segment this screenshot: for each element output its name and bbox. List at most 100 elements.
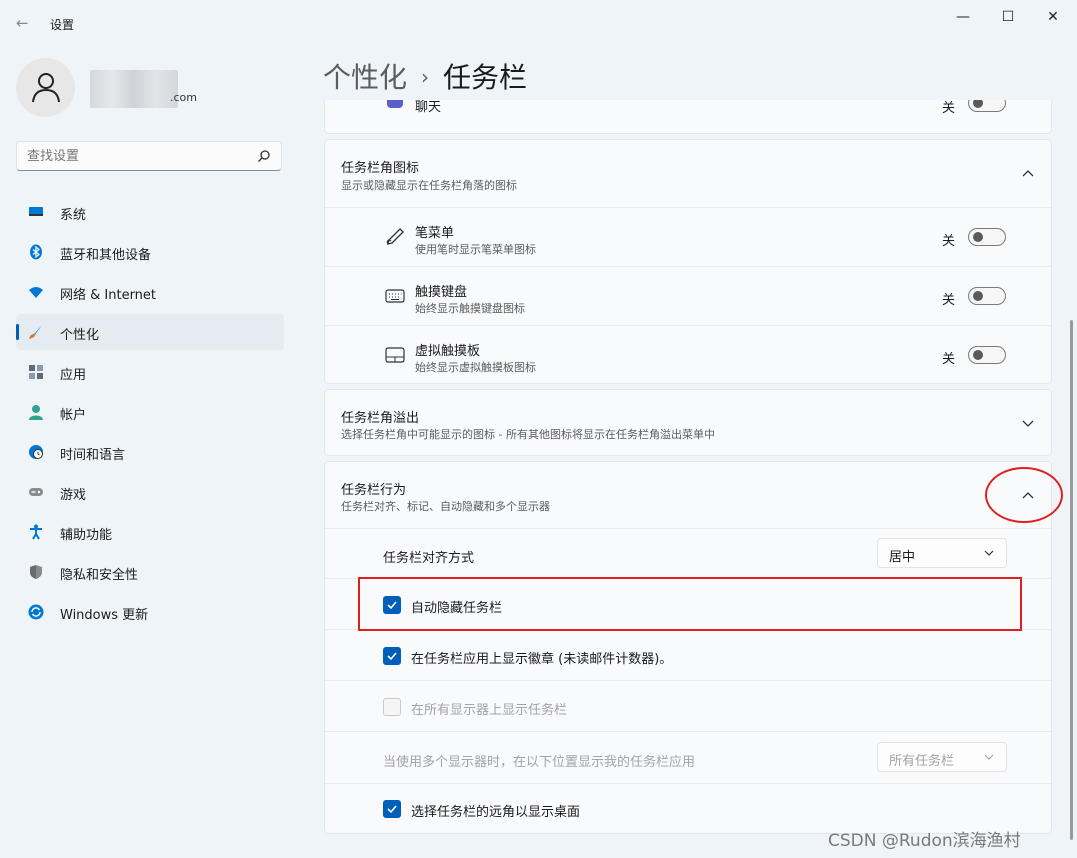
- sidebar-item-bluetooth[interactable]: 蓝牙和其他设备: [16, 234, 284, 270]
- pen-menu-toggle[interactable]: [968, 228, 1006, 246]
- corner-overflow-card[interactable]: 任务栏角溢出 选择任务栏角中可能显示的图标 - 所有其他图标将显示在任务栏角溢出…: [324, 389, 1052, 456]
- maximize-button[interactable]: ☐: [993, 8, 1023, 26]
- pen-menu-state: 关: [942, 234, 956, 249]
- search-input[interactable]: [27, 149, 247, 164]
- pen-menu-row: 笔菜单 使用笔时显示笔菜单图标 关: [325, 207, 1051, 266]
- annotation-rectangle: [358, 577, 1022, 631]
- page-title: 任务栏: [443, 61, 528, 94]
- multi-display-label: 当使用多个显示器时，在以下位置显示我的任务栏应用: [383, 755, 696, 770]
- multi-display-value: 所有任务栏: [889, 754, 955, 769]
- sync-icon: [28, 604, 44, 620]
- sidebar-item-apps[interactable]: 应用: [16, 354, 284, 390]
- alignment-dropdown[interactable]: 居中: [877, 538, 1007, 568]
- far-corner-label: 选择任务栏的远角以显示桌面: [411, 805, 581, 820]
- corner-icons-title: 任务栏角图标: [341, 161, 420, 176]
- breadcrumb: 个性化 › 任务栏: [323, 56, 527, 96]
- chat-card: 聊天 关: [324, 100, 1052, 134]
- annotation-ellipse: [985, 467, 1063, 523]
- sidebar-item-time-language[interactable]: 时间和语言: [16, 434, 284, 470]
- touch-keyboard-desc: 始终显示触摸键盘图标: [415, 302, 525, 315]
- touch-keyboard-row: 触摸键盘 始终显示触摸键盘图标 关: [325, 266, 1051, 325]
- alignment-row: 任务栏对齐方式 居中: [325, 528, 1051, 579]
- alignment-value: 居中: [889, 550, 916, 565]
- title-bar: ← 设置 — ☐ ✕: [0, 0, 1077, 44]
- chevron-down-icon[interactable]: [1021, 416, 1035, 430]
- chat-icon: [387, 100, 403, 108]
- corner-overflow-subtitle: 选择任务栏角中可能显示的图标 - 所有其他图标将显示在任务栏角溢出菜单中: [341, 428, 715, 441]
- sidebar-item-label: 应用: [60, 368, 87, 383]
- search-icon[interactable]: [257, 149, 271, 163]
- globe-clock-icon: [29, 445, 43, 459]
- bluetooth-icon: [30, 244, 42, 260]
- checkmark-icon: [387, 652, 397, 661]
- behaviors-subtitle: 任务栏对齐、标记、自动隐藏和多个显示器: [341, 500, 550, 513]
- sidebar-item-personalization[interactable]: 个性化: [16, 314, 284, 350]
- all-displays-row: 在所有显示器上显示任务栏: [325, 680, 1051, 732]
- keyboard-icon: [385, 289, 405, 303]
- behaviors-title: 任务栏行为: [341, 483, 407, 498]
- sidebar-item-label: 辅助功能: [60, 528, 113, 543]
- touch-keyboard-state: 关: [942, 293, 956, 308]
- virtual-touchpad-title: 虚拟触摸板: [415, 344, 481, 359]
- far-corner-checkbox[interactable]: [383, 800, 401, 818]
- sidebar-item-accessibility[interactable]: 辅助功能: [16, 514, 284, 550]
- corner-overflow-title: 任务栏角溢出: [341, 411, 420, 426]
- sidebar-item-label: Windows 更新: [60, 608, 149, 623]
- breadcrumb-parent[interactable]: 个性化: [323, 61, 407, 94]
- chat-label: 聊天: [415, 100, 442, 115]
- avatar[interactable]: [16, 58, 75, 117]
- virtual-touchpad-row: 虚拟触摸板 始终显示虚拟触摸板图标 关: [325, 325, 1051, 384]
- shield-icon: [30, 565, 42, 579]
- chevron-down-icon: [984, 550, 994, 556]
- virtual-touchpad-toggle[interactable]: [968, 346, 1006, 364]
- chat-toggle-state: 关: [942, 101, 956, 116]
- back-arrow-icon[interactable]: ←: [16, 14, 34, 32]
- sidebar-item-windows-update[interactable]: Windows 更新: [16, 594, 284, 630]
- sidebar-item-label: 隐私和安全性: [60, 568, 139, 583]
- sidebar-nav: 系统 蓝牙和其他设备 网络 & Internet 个性化 应用 帐户 时间和语言…: [16, 194, 284, 634]
- sidebar-item-label: 个性化: [60, 328, 100, 343]
- taskbar-behaviors-card: 任务栏行为 任务栏对齐、标记、自动隐藏和多个显示器 任务栏对齐方式 居中 自动隐…: [324, 461, 1052, 834]
- breadcrumb-separator: ›: [421, 65, 430, 89]
- pen-icon: [386, 228, 404, 245]
- badges-checkbox[interactable]: [383, 647, 401, 665]
- corner-icons-card: 任务栏角图标 显示或隐藏显示在任务栏角落的图标 笔菜单 使用笔时显示笔菜单图标 …: [324, 139, 1052, 384]
- touch-keyboard-title: 触摸键盘: [415, 285, 468, 300]
- minimize-button[interactable]: —: [948, 8, 978, 26]
- accessibility-icon: [30, 524, 42, 540]
- display-icon: [29, 207, 43, 216]
- sidebar-item-label: 网络 & Internet: [60, 288, 157, 303]
- account-name-redacted: [90, 70, 178, 108]
- sidebar-item-privacy[interactable]: 隐私和安全性: [16, 554, 284, 590]
- touchpad-icon: [385, 347, 405, 363]
- badges-row: 在任务栏应用上显示徽章 (未读邮件计数器)。: [325, 629, 1051, 681]
- scrollbar[interactable]: [1070, 320, 1073, 840]
- watermark: CSDN @Rudon滨海渔村: [828, 831, 1021, 851]
- person-icon: [32, 73, 60, 103]
- sidebar-item-label: 蓝牙和其他设备: [60, 248, 152, 263]
- wifi-icon: [29, 287, 43, 298]
- chat-toggle[interactable]: [968, 100, 1006, 112]
- all-displays-checkbox[interactable]: [383, 698, 401, 716]
- close-button[interactable]: ✕: [1038, 8, 1068, 26]
- corner-icons-subtitle: 显示或隐藏显示在任务栏角落的图标: [341, 179, 517, 192]
- account-email: .com: [170, 91, 197, 104]
- pen-menu-title: 笔菜单: [415, 226, 455, 241]
- touch-keyboard-toggle[interactable]: [968, 287, 1006, 305]
- sidebar-item-network[interactable]: 网络 & Internet: [16, 274, 284, 310]
- chevron-up-icon[interactable]: [1021, 167, 1035, 181]
- sidebar-item-system[interactable]: 系统: [16, 194, 284, 230]
- sidebar-item-label: 时间和语言: [60, 448, 126, 463]
- multi-display-row: 当使用多个显示器时，在以下位置显示我的任务栏应用 所有任务栏: [325, 731, 1051, 784]
- alignment-label: 任务栏对齐方式: [383, 551, 475, 566]
- account-icon: [29, 405, 43, 420]
- all-displays-label: 在所有显示器上显示任务栏: [411, 703, 568, 718]
- multi-display-dropdown[interactable]: 所有任务栏: [877, 742, 1007, 772]
- sidebar-item-label: 游戏: [60, 488, 87, 503]
- brush-icon: [29, 325, 42, 339]
- sidebar-item-label: 帐户: [60, 408, 87, 423]
- sidebar-item-accounts[interactable]: 帐户: [16, 394, 284, 430]
- search-box[interactable]: [16, 141, 282, 171]
- apps-icon: [29, 365, 43, 379]
- sidebar-item-gaming[interactable]: 游戏: [16, 474, 284, 510]
